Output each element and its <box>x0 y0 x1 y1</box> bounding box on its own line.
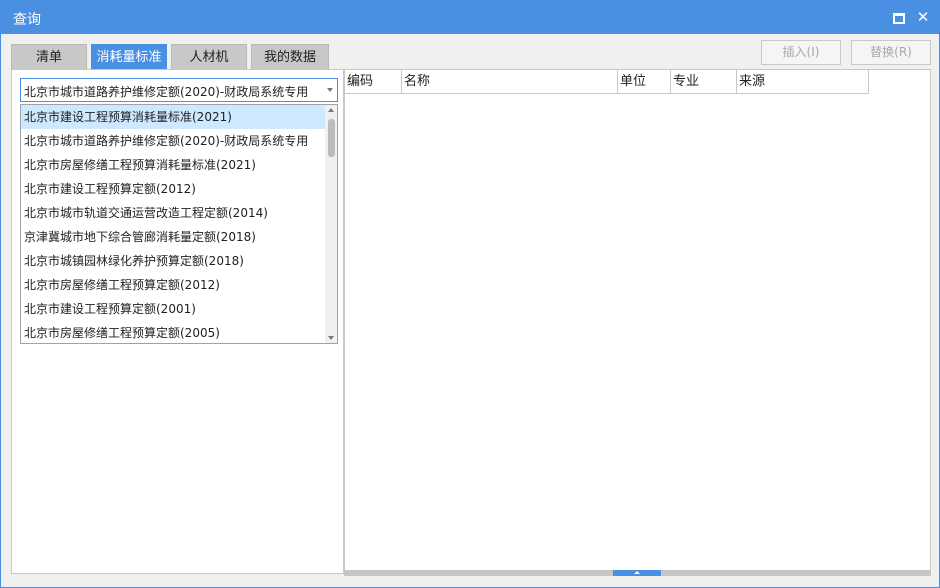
query-dialog: 查询 ✕ 清单 消耗量标准 人材机 我的数据 插入(I) 替换(R) 北京市城市… <box>0 0 940 588</box>
dropdown-item[interactable]: 北京市建设工程预算定额(2012) <box>21 177 325 201</box>
scrollbar-thumb[interactable] <box>328 119 335 157</box>
expand-panel-handle[interactable] <box>613 570 661 576</box>
dropdown-item[interactable]: 京津冀城市地下综合管廊消耗量定额(2018) <box>21 225 325 249</box>
tab-my-data[interactable]: 我的数据 <box>251 44 329 69</box>
maximize-icon[interactable] <box>889 7 909 27</box>
tab-consumption-standard[interactable]: 消耗量标准 <box>91 44 167 69</box>
column-header-specialty[interactable]: 专业 <box>671 70 737 94</box>
dropdown-item[interactable]: 北京市城市轨道交通运营改造工程定额(2014) <box>21 201 325 225</box>
dropdown-scrollbar[interactable] <box>325 105 337 343</box>
dropdown-item[interactable]: 北京市房屋修缮工程预算定额(2005) <box>21 321 325 343</box>
replace-button[interactable]: 替换(R) <box>851 40 931 65</box>
window-title: 查询 <box>13 12 41 28</box>
dropdown-item[interactable]: 北京市房屋修缮工程预算定额(2012) <box>21 273 325 297</box>
results-grid: 编码 名称 单位 专业 来源 <box>344 69 931 574</box>
quota-library-select[interactable]: 北京市城市道路养护维修定额(2020)-财政局系统专用 <box>20 78 338 102</box>
dropdown-item[interactable]: 北京市城镇园林绿化养护预算定额(2018) <box>21 249 325 273</box>
column-header-code[interactable]: 编码 <box>345 70 402 94</box>
chevron-up-icon <box>634 571 640 574</box>
column-header-source[interactable]: 来源 <box>737 70 869 94</box>
column-header-name[interactable]: 名称 <box>402 70 618 94</box>
tab-bill[interactable]: 清单 <box>11 44 87 69</box>
close-icon[interactable]: ✕ <box>913 7 933 27</box>
dropdown-item[interactable]: 北京市建设工程预算定额(2001) <box>21 297 325 321</box>
scroll-up-icon[interactable] <box>328 108 334 112</box>
dropdown-item[interactable]: 北京市城市道路养护维修定额(2020)-财政局系统专用 <box>21 129 325 153</box>
scroll-down-icon[interactable] <box>328 336 334 340</box>
title-bar[interactable]: 查询 ✕ <box>1 1 939 34</box>
quota-library-dropdown: 北京市建设工程预算消耗量标准(2021) 北京市城市道路养护维修定额(2020)… <box>20 104 338 344</box>
bottom-panel-bar <box>344 570 931 576</box>
tab-labor-material-machine[interactable]: 人材机 <box>171 44 247 69</box>
chevron-down-icon[interactable] <box>327 88 333 92</box>
dropdown-item[interactable]: 北京市房屋修缮工程预算消耗量标准(2021) <box>21 153 325 177</box>
insert-button[interactable]: 插入(I) <box>761 40 841 65</box>
column-header-unit[interactable]: 单位 <box>618 70 671 94</box>
left-panel: 北京市城市道路养护维修定额(2020)-财政局系统专用 北京市建设工程预算消耗量… <box>11 69 344 574</box>
dropdown-item[interactable]: 北京市建设工程预算消耗量标准(2021) <box>21 105 325 129</box>
quota-library-selected-value: 北京市城市道路养护维修定额(2020)-财政局系统专用 <box>24 85 309 99</box>
